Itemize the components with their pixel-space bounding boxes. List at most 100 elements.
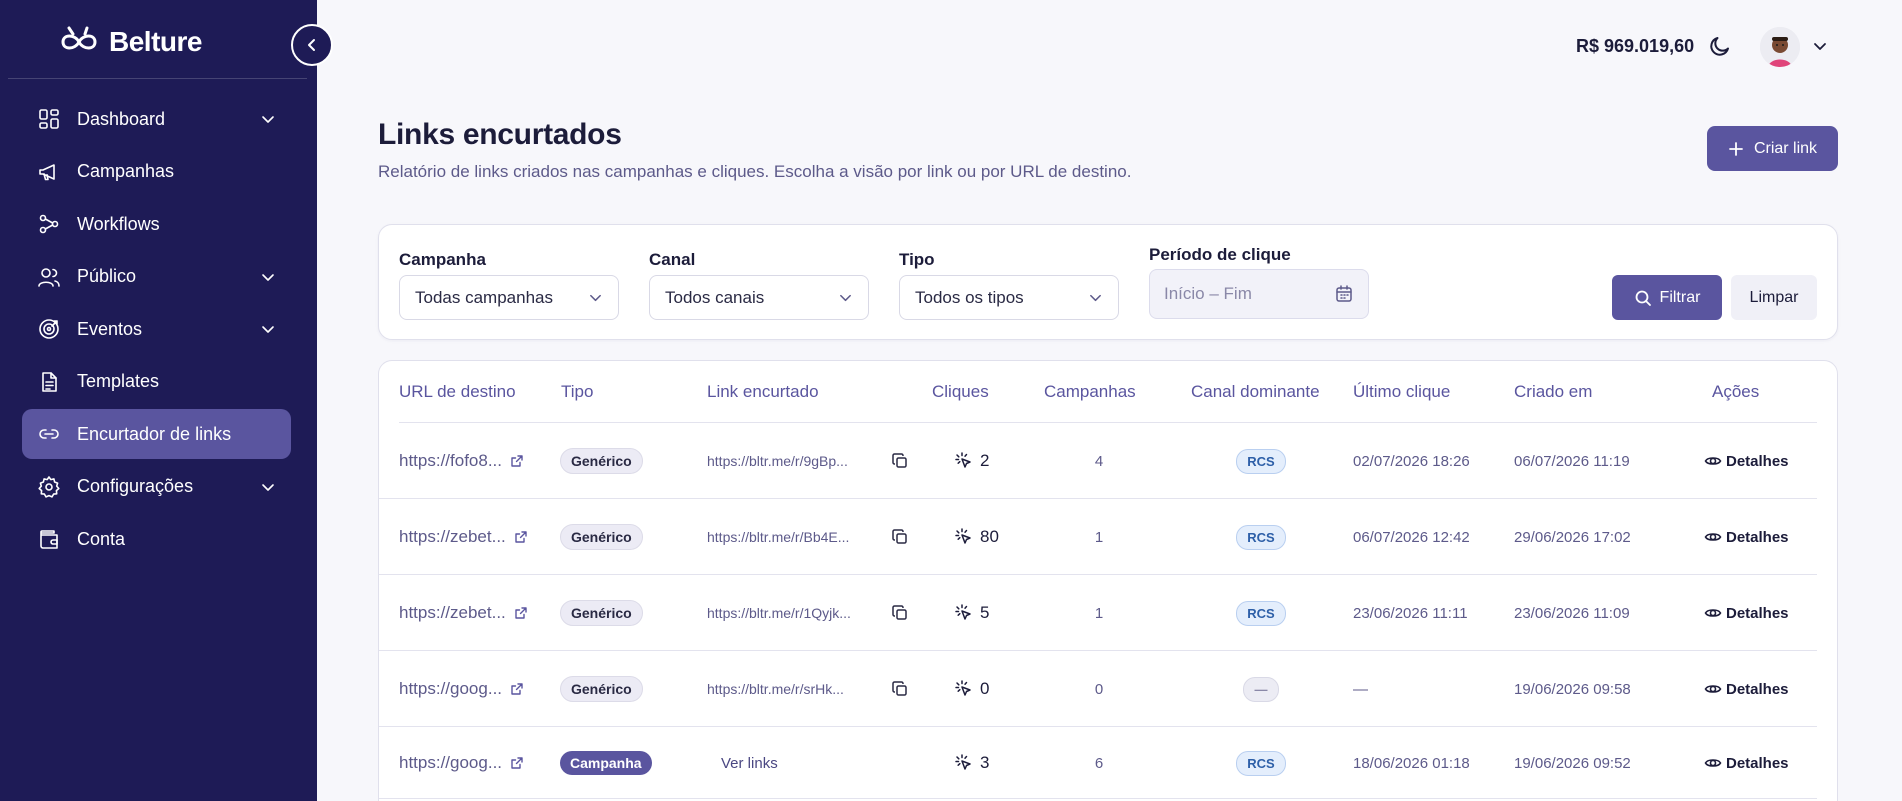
avatar[interactable] (1760, 27, 1800, 67)
external-link-icon[interactable] (514, 530, 528, 544)
type-badge: Genérico (560, 448, 643, 474)
destination-url-text: https://goog... (399, 679, 503, 698)
type-badge: Genérico (560, 600, 643, 626)
column-header-channel[interactable]: Canal dominante (1191, 361, 1320, 422)
copy-link-button[interactable] (891, 423, 909, 499)
sidebar-item-configuracoes[interactable]: Configurações (22, 462, 291, 512)
chevron-down-icon[interactable] (1812, 38, 1828, 54)
column-header-clicks[interactable]: Cliques (932, 361, 989, 422)
campaign-select[interactable]: Todas campanhas (399, 275, 619, 320)
destination-url-link[interactable]: https://zebet... (399, 575, 528, 651)
period-filter-label: Período de clique (1149, 245, 1291, 264)
copy-link-button[interactable] (891, 499, 909, 575)
sidebar-item-label: Eventos (77, 318, 143, 339)
details-button[interactable]: Detalhes (1704, 499, 1789, 575)
column-header-url[interactable]: URL de destino (399, 361, 516, 422)
filter-button[interactable]: Filtrar (1612, 275, 1722, 320)
type-cell: Genérico (560, 575, 643, 651)
copy-link-button[interactable] (891, 575, 909, 651)
chevron-down-icon (590, 294, 601, 302)
campaigns-value: 0 (1094, 680, 1104, 698)
external-link-icon[interactable] (510, 682, 524, 696)
details-button[interactable]: Detalhes (1704, 651, 1789, 727)
collapse-sidebar-button[interactable] (291, 24, 333, 66)
chevron-down-icon[interactable] (260, 479, 276, 495)
clicks-count: 5 (954, 575, 989, 651)
destination-url-link[interactable]: https://goog... (399, 727, 524, 799)
copy-link-button[interactable] (891, 651, 909, 727)
short-link-value: https://bltr.me/r/9gBp... (707, 453, 848, 469)
destination-url-link[interactable]: https://fofo8... (399, 423, 524, 499)
destination-url-link[interactable]: https://zebet... (399, 499, 528, 575)
column-header-campaigns[interactable]: Campanhas (1044, 361, 1136, 422)
view-links-button[interactable]: Ver links (721, 727, 778, 799)
created-date: 29/06/2026 17:02 (1514, 499, 1631, 575)
sidebar-item-templates[interactable]: Templates (22, 357, 291, 407)
copy-icon[interactable] (891, 528, 909, 546)
details-button[interactable]: Detalhes (1704, 423, 1789, 499)
last-click-date: — (1353, 651, 1368, 727)
column-header-short-link[interactable]: Link encurtado (707, 361, 819, 422)
details-label: Detalhes (1726, 604, 1789, 622)
channel-cell: RCS (1191, 575, 1331, 651)
details-label: Detalhes (1726, 754, 1789, 772)
type-cell: Genérico (560, 651, 643, 727)
sidebar-item-dashboard[interactable]: Dashboard (22, 94, 291, 144)
channel-cell: RCS (1191, 499, 1331, 575)
logo: Belture (57, 22, 202, 62)
short-link-value: https://bltr.me/r/1Qyjk... (707, 605, 851, 621)
links-table: URL de destino Tipo Link encurtado Cliqu… (378, 360, 1838, 801)
created-date: 19/06/2026 09:52 (1514, 727, 1631, 799)
details-button[interactable]: Detalhes (1704, 727, 1789, 799)
sidebar-item-campanhas[interactable]: Campanhas (22, 147, 291, 197)
account-balance: R$ 969.019,60 (1576, 36, 1695, 56)
created-value: 29/06/2026 17:02 (1514, 528, 1631, 546)
column-header-last-click[interactable]: Último clique (1353, 361, 1450, 422)
type-badge: Genérico (560, 524, 643, 550)
destination-url-text: https://fofo8... (399, 451, 503, 470)
campaigns-count: 4 (1044, 423, 1154, 499)
period-placeholder: Início – Fim (1164, 284, 1252, 303)
destination-url-link[interactable]: https://goog... (399, 651, 524, 727)
sidebar-item-workflows[interactable]: Workflows (22, 199, 291, 249)
external-link-icon[interactable] (510, 454, 524, 468)
sidebar: Belture Dashboard Campanhas Workflows Públi… (0, 0, 317, 801)
column-header-type[interactable]: Tipo (561, 361, 593, 422)
eye-icon (1704, 759, 1722, 767)
sidebar-item-eventos[interactable]: Eventos (22, 304, 291, 354)
chevron-down-icon[interactable] (260, 321, 276, 337)
details-button[interactable]: Detalhes (1704, 575, 1789, 651)
clicks-value: 2 (980, 451, 990, 470)
details-label: Detalhes (1726, 528, 1789, 546)
clicks-value: 0 (980, 679, 990, 698)
sidebar-item-encurtador-de-links[interactable]: Encurtador de links (22, 409, 291, 459)
sidebar-item-publico[interactable]: Público (22, 252, 291, 302)
type-select-value: Todos os tipos (915, 287, 1024, 307)
cursor-click-icon (955, 604, 971, 620)
eye-icon (1704, 609, 1722, 617)
channel-select[interactable]: Todos canais (649, 275, 869, 320)
column-header-created[interactable]: Criado em (1514, 361, 1592, 422)
chevron-down-icon[interactable] (260, 269, 276, 285)
create-link-button[interactable]: Criar link (1707, 126, 1838, 171)
created-value: 19/06/2026 09:58 (1514, 680, 1631, 698)
sidebar-divider (8, 78, 307, 79)
period-date-range-input[interactable]: Início – Fim (1149, 269, 1369, 319)
clear-button[interactable]: Limpar (1731, 275, 1817, 320)
sidebar-item-conta[interactable]: Conta (22, 514, 291, 564)
moon-icon[interactable] (1708, 34, 1732, 58)
external-link-icon[interactable] (514, 606, 528, 620)
type-select[interactable]: Todos os tipos (899, 275, 1119, 320)
copy-icon[interactable] (891, 452, 909, 470)
table-row: https://fofo8... Genérico https://bltr.me/… (379, 423, 1837, 499)
filter-button-label: Filtrar (1659, 288, 1701, 306)
last-click-value: 18/06/2026 01:18 (1353, 754, 1470, 772)
channel-badge: RCS (1236, 750, 1286, 776)
external-link-icon[interactable] (510, 756, 524, 770)
campaigns-value: 1 (1094, 604, 1104, 622)
last-click-date: 06/07/2026 12:42 (1353, 499, 1470, 575)
copy-icon[interactable] (891, 604, 909, 622)
chevron-left-icon (308, 39, 315, 51)
copy-icon[interactable] (891, 680, 909, 698)
chevron-down-icon[interactable] (260, 111, 276, 127)
